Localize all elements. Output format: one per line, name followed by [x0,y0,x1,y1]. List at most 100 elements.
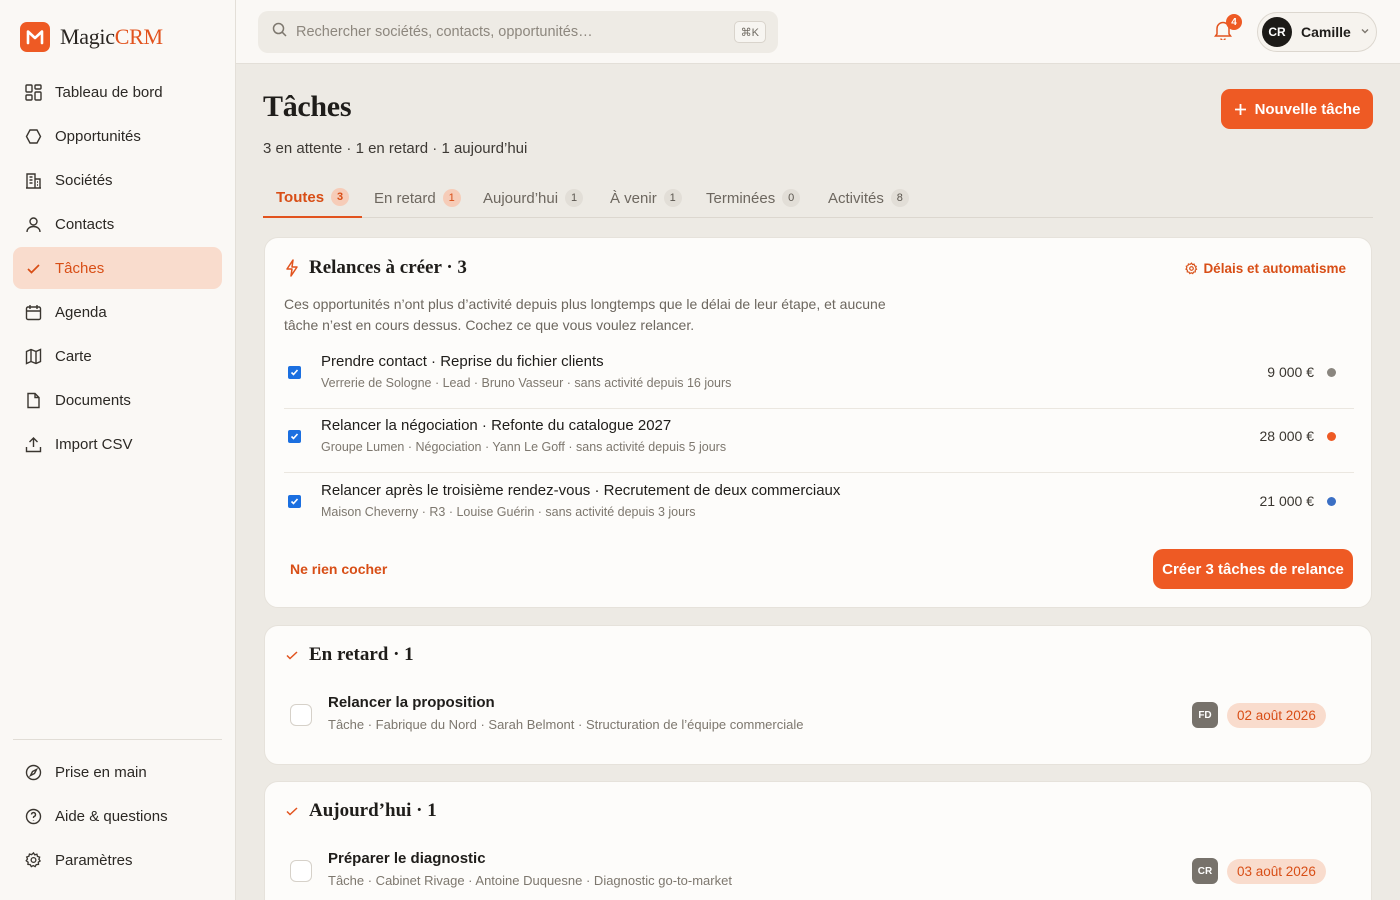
task-checkbox[interactable] [290,860,312,882]
relances-description: Ces opportunités n’ont plus d’activité d… [284,296,886,333]
relance-checkbox[interactable] [288,495,301,508]
sidebar-item-label: Sociétés [55,171,113,189]
tab-label: Aujourd’hui [483,189,559,207]
relance-row[interactable]: Relancer après le troisième rendez-vous … [284,474,1354,538]
tab-late[interactable]: En retard 1 [361,178,474,218]
user-icon [25,216,42,233]
sidebar-item-tasks[interactable]: Tâches [13,247,222,289]
brand-name: MagicCRM [60,24,163,49]
hexagon-icon [25,128,42,145]
due-date-badge: 03 août 2026 [1227,859,1326,884]
clear-selection-link[interactable]: Ne rien cocher [290,561,387,577]
tabs: Toutes 3 En retard 1 Aujourd’hui 1 À venir 1… [263,178,1373,218]
owner-avatar: FD [1192,702,1218,728]
task-row[interactable]: Préparer le diagnostic Tâche · Cabinet R… [289,846,1349,896]
sidebar-item-label: Tableau de bord [55,83,163,101]
stage-dot [1327,497,1336,506]
tab-activities[interactable]: Activités 8 [815,178,922,218]
relance-meta: Maison Cheverny · R3 · Louise Guérin · s… [321,505,696,519]
task-checkbox[interactable] [290,704,312,726]
dashboard-icon [25,83,42,101]
task-title: Relancer la proposition [328,694,495,711]
relance-title: Relancer après le troisième rendez-vous … [321,482,841,499]
delays-settings-link[interactable]: Délais et automatisme [1185,261,1346,276]
tab-upcoming[interactable]: À venir 1 [597,178,695,218]
sidebar-item-label: Opportunités [55,127,141,145]
sidebar-item-label: Documents [55,391,131,409]
compass-icon [25,764,42,781]
sidebar: MagicCRM Tableau de bord Opportunités So… [0,0,236,900]
today-section-title: Aujourd’hui · 1 [285,800,437,822]
owner-avatar: CR [1192,858,1218,884]
gear-icon [1185,262,1198,275]
tab-label: Terminées [706,189,776,207]
tab-completed[interactable]: Terminées 0 [693,178,813,218]
sidebar-nav: Tableau de bord Opportunités Sociétés Co… [13,71,222,467]
search-bar[interactable]: ⌘K [258,11,778,53]
sidebar-item-label: Prise en main [55,763,147,781]
sidebar-item-label: Import CSV [55,435,133,453]
topbar: ⌘K 4 CR Camille [236,0,1400,64]
relances-card: Relances à créer · 3 Délais et automatis… [264,237,1372,608]
late-title-text: En retard · 1 [309,644,414,665]
user-name: Camille [1301,24,1351,40]
relance-row[interactable]: Prendre contact · Reprise du fichier cli… [284,345,1354,409]
notifications-badge: 4 [1226,14,1242,30]
relances-title: Relances à créer · 3 [285,257,467,279]
calendar-icon [25,304,42,321]
sidebar-item-dashboard[interactable]: Tableau de bord [13,71,222,113]
sidebar-item-help[interactable]: Aide & questions [13,795,222,837]
task-meta: Tâche · Fabrique du Nord · Sarah Belmont… [328,717,804,732]
tab-label: À venir [610,189,657,207]
task-row[interactable]: Relancer la proposition Tâche · Fabrique… [289,690,1349,740]
create-relances-button[interactable]: Créer 3 tâches de relance [1153,549,1353,589]
sidebar-item-map[interactable]: Carte [13,335,222,377]
stage-dot [1327,432,1336,441]
sidebar-item-companies[interactable]: Sociétés [13,159,222,201]
today-tasks-card: Aujourd’hui · 1 Préparer le diagnostic T… [264,781,1372,900]
relance-meta: Verrerie de Sologne · Lead · Bruno Vasse… [321,376,732,390]
tab-today[interactable]: Aujourd’hui 1 [470,178,596,218]
sidebar-item-agenda[interactable]: Agenda [13,291,222,333]
check-icon [286,651,298,660]
tab-count: 0 [782,189,801,207]
user-menu[interactable]: CR Camille [1257,12,1377,52]
document-icon [25,392,42,409]
sidebar-item-label: Contacts [55,215,115,233]
tab-count: 3 [331,188,350,206]
tab-count: 1 [442,189,461,207]
building-icon [25,172,42,189]
relance-checkbox[interactable] [288,430,301,443]
sidebar-item-getting-started[interactable]: Prise en main [13,751,222,793]
relance-row[interactable]: Relancer la négociation · Refonte du cat… [284,409,1354,473]
relance-checkbox[interactable] [288,366,301,379]
search-input[interactable] [296,24,716,40]
new-task-button[interactable]: Nouvelle tâche [1221,89,1373,129]
tab-label: En retard [374,189,436,207]
tab-count: 1 [663,189,682,207]
tab-all[interactable]: Toutes 3 [263,178,363,218]
tab-label: Activités [828,189,884,207]
sidebar-item-documents[interactable]: Documents [13,379,222,421]
checkmark-icon [290,498,299,505]
sidebar-divider [13,739,222,740]
page-title: Tâches [263,90,352,123]
brand-logo-icon [20,22,50,52]
due-date-badge: 02 août 2026 [1227,703,1326,728]
sidebar-item-contacts[interactable]: Contacts [13,203,222,245]
sidebar-item-import-csv[interactable]: Import CSV [13,423,222,465]
sidebar-item-label: Paramètres [55,851,133,869]
chevron-down-icon [1360,23,1370,41]
tab-label: Toutes [276,188,325,206]
search-shortcut: ⌘K [733,21,766,43]
sidebar-bottom-nav: Prise en main Aide & questions Paramètre… [13,751,222,883]
brand[interactable]: MagicCRM [20,22,163,52]
sidebar-item-opportunities[interactable]: Opportunités [13,115,222,157]
sidebar-item-label: Agenda [55,303,107,321]
check-icon [286,807,298,816]
avatar: CR [1262,17,1292,47]
sidebar-item-label: Carte [55,347,92,365]
relance-amount: 9 000 € [1267,364,1314,380]
tab-count: 1 [565,189,584,207]
sidebar-item-settings[interactable]: Paramètres [13,839,222,881]
